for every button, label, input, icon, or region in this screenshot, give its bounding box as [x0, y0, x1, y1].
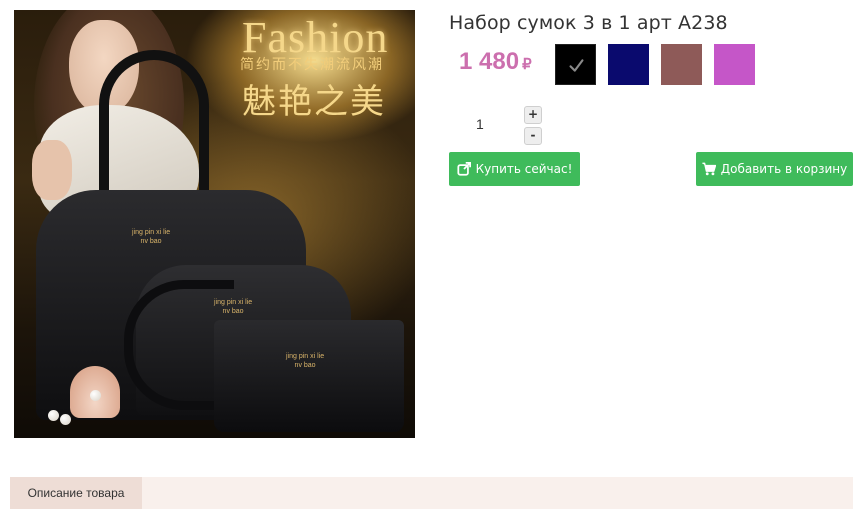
buy-now-label: Купить сейчас!	[475, 162, 573, 176]
large-bag-brand: jing pin xi lie nv bao	[132, 229, 171, 245]
external-link-icon	[457, 162, 471, 176]
pearl-decoration	[60, 414, 71, 425]
pearl-decoration	[48, 410, 59, 421]
image-tagline: 魅艳之美	[242, 82, 386, 122]
quantity-plus-button[interactable]: +	[524, 106, 542, 124]
model-hand	[32, 140, 72, 200]
product-image[interactable]: Fashion 简约而不失潮流风潮 魅艳之美 jing pin xi lie n…	[14, 10, 415, 438]
color-swatch-purple[interactable]	[714, 44, 755, 85]
add-to-cart-label: Добавить в корзину	[720, 162, 848, 176]
color-swatch-black[interactable]	[555, 44, 596, 85]
small-bag	[214, 320, 404, 432]
small-bag-brand: jing pin xi lie nv bao	[286, 353, 325, 369]
price-currency: ₽	[522, 56, 532, 73]
color-swatch-navy[interactable]	[608, 44, 649, 85]
tab-description[interactable]: Описание товара	[10, 477, 142, 509]
pearl-decoration	[90, 390, 101, 401]
buy-now-button[interactable]: Купить сейчас!	[449, 152, 580, 186]
product-price: 1 480 ₽	[459, 48, 532, 76]
product-title: Набор сумок 3 в 1 арт A238	[449, 12, 728, 34]
quantity-minus-button[interactable]: -	[524, 127, 542, 145]
cart-icon	[702, 162, 716, 176]
price-value: 1 480	[459, 48, 520, 75]
add-to-cart-button[interactable]: Добавить в корзину	[696, 152, 853, 186]
image-subline: 简约而不失潮流风潮	[240, 57, 384, 73]
color-swatch-brown[interactable]	[661, 44, 702, 85]
checkmark-icon	[569, 59, 584, 72]
quantity-value[interactable]: 1	[476, 116, 484, 132]
medium-bag-brand: jing pin xi lie nv bao	[214, 299, 253, 315]
